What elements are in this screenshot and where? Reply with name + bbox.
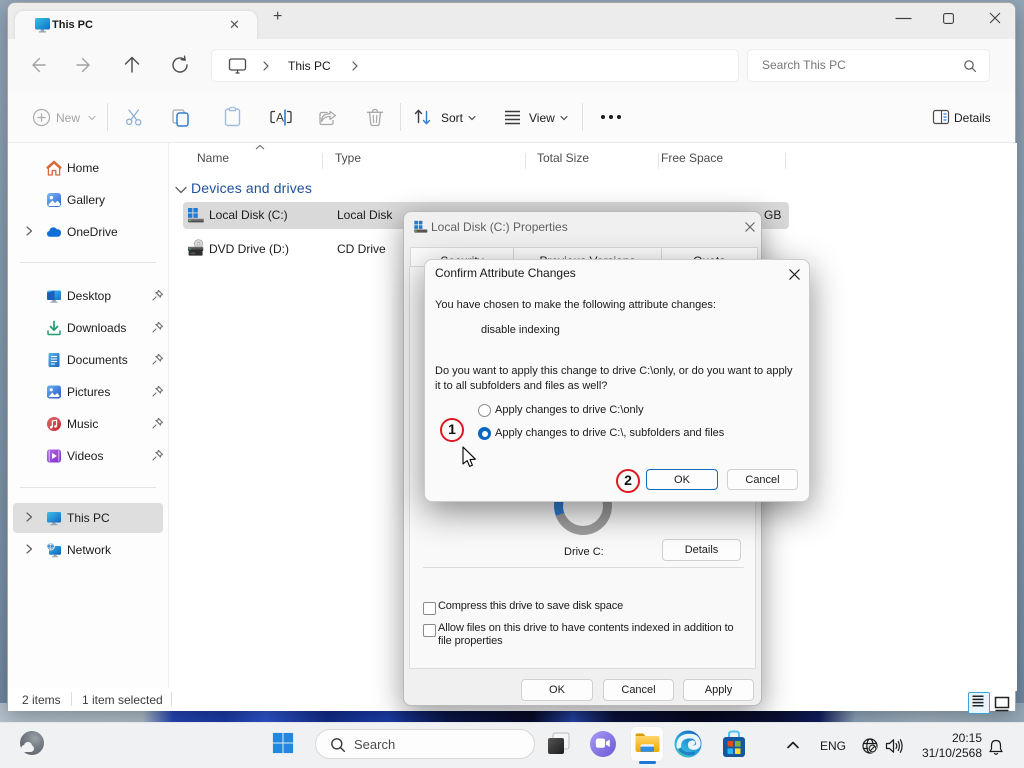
svg-text:A: A: [276, 111, 284, 125]
